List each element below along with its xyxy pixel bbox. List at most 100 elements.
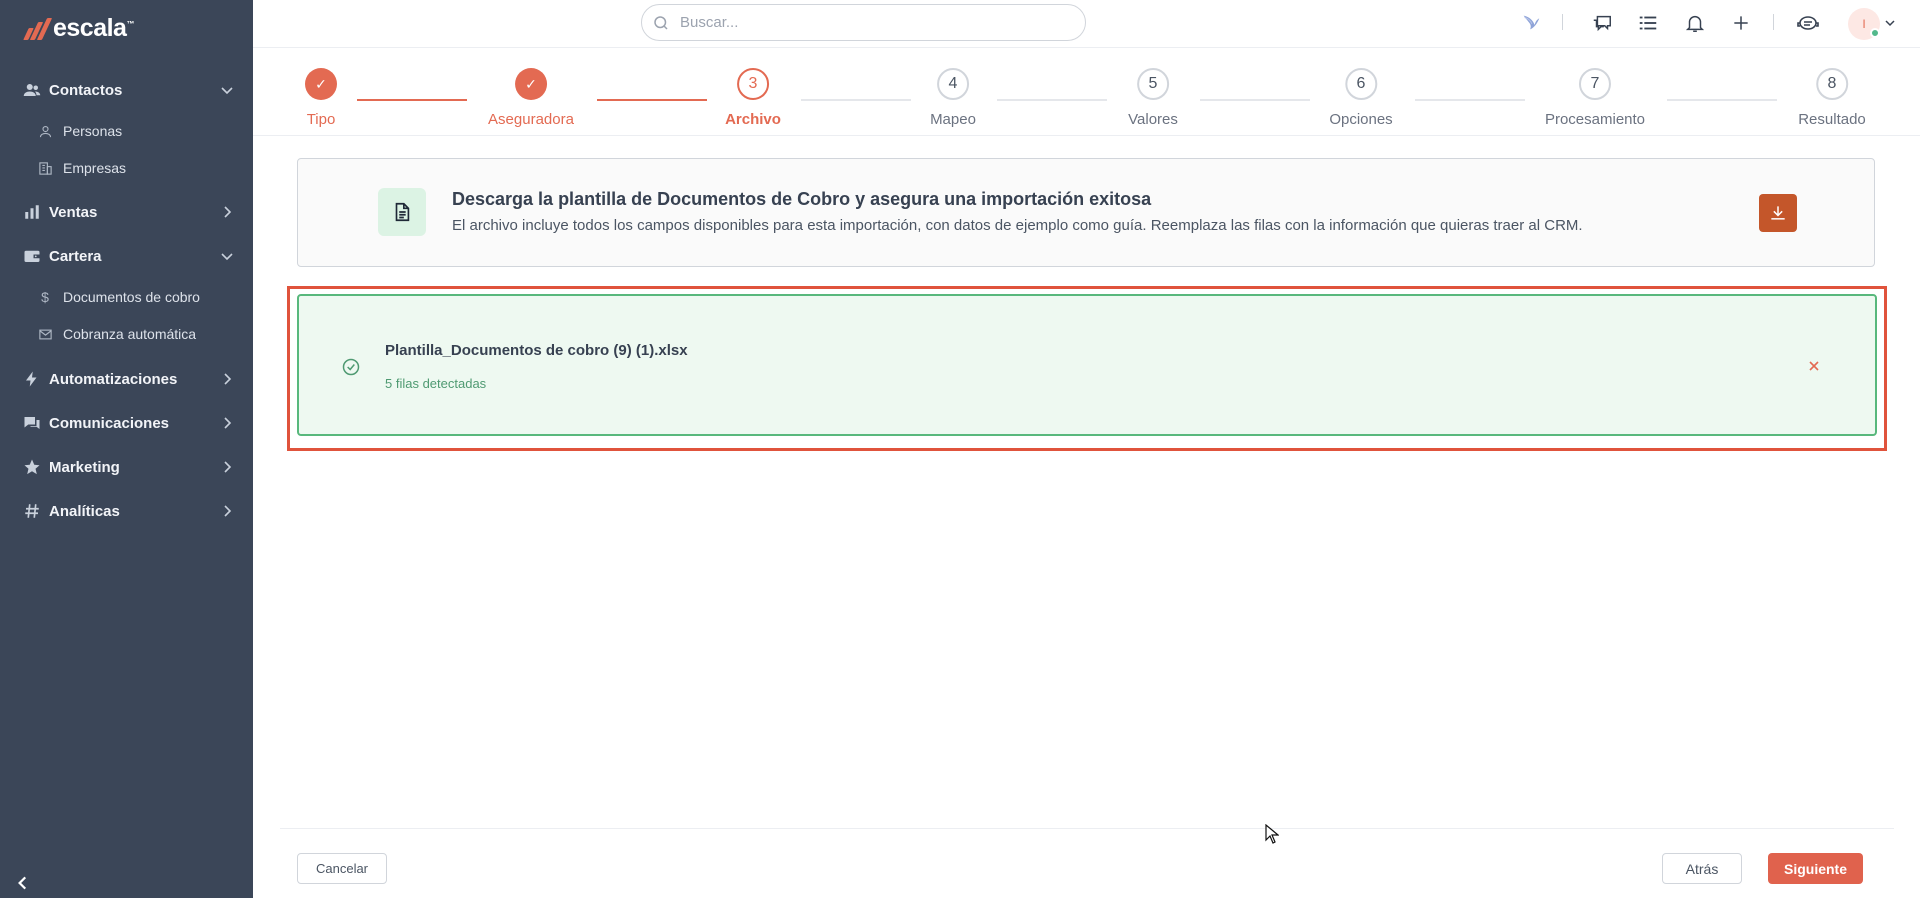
step-valores[interactable]: 5 Valores xyxy=(1128,68,1178,128)
step-label: Opciones xyxy=(1329,111,1393,128)
sidebar-item-label: Ventas xyxy=(49,203,98,221)
collapse-sidebar-icon[interactable] xyxy=(14,874,32,892)
sidebar-item-marketing[interactable]: Marketing xyxy=(0,447,253,487)
topbar: I xyxy=(253,0,1920,48)
plus-icon[interactable] xyxy=(1729,11,1753,35)
step-label: Valores xyxy=(1128,111,1178,128)
bolt-icon xyxy=(22,369,42,389)
sidebar-item-cartera[interactable]: Cartera xyxy=(0,236,253,276)
search-bar[interactable] xyxy=(641,4,1086,41)
step-procesamiento[interactable]: 7 Procesamiento xyxy=(1545,68,1645,128)
sidebar-item-label: Automatizaciones xyxy=(49,370,178,388)
close-icon xyxy=(1809,361,1819,371)
brand-logo[interactable]: escala™ xyxy=(23,14,134,43)
chevron-down-icon xyxy=(221,87,233,95)
download-template-button[interactable] xyxy=(1759,194,1797,232)
next-button[interactable]: Siguiente xyxy=(1768,853,1863,884)
topbar-divider xyxy=(1562,14,1563,30)
support-headset-icon[interactable] xyxy=(1796,11,1820,35)
avatar-initial: I xyxy=(1862,17,1866,31)
dollar-icon: $ xyxy=(41,289,49,305)
bell-icon[interactable] xyxy=(1683,11,1707,35)
person-icon xyxy=(37,123,53,139)
sidebar-item-automatizaciones[interactable]: Automatizaciones xyxy=(0,359,253,399)
sidebar-item-ventas[interactable]: Ventas xyxy=(0,192,253,232)
step-circle: 5 xyxy=(1137,68,1169,100)
mouse-cursor-icon xyxy=(1265,824,1279,844)
sidebar-subitem-label: Personas xyxy=(63,123,123,139)
step-connector xyxy=(357,99,467,101)
step-connector xyxy=(1200,99,1310,101)
sidebar-subitem-label: Empresas xyxy=(63,160,127,176)
step-resultado[interactable]: 8 Resultado xyxy=(1798,68,1866,128)
back-button[interactable]: Atrás xyxy=(1662,853,1742,884)
brand-name: escala xyxy=(53,14,127,42)
online-status-indicator xyxy=(1870,28,1880,38)
check-circle-icon xyxy=(342,358,360,376)
chevron-right-icon xyxy=(224,206,232,218)
step-circle: 3 xyxy=(736,68,769,100)
step-connector xyxy=(597,99,707,101)
sidebar-item-contactos[interactable]: Contactos xyxy=(0,70,253,110)
step-tipo[interactable]: ✓ Tipo xyxy=(305,68,337,128)
template-download-title: Descarga la plantilla de Documentos de C… xyxy=(452,189,1152,209)
uploaded-file-card: Plantilla_Documentos de cobro (9) (1).xl… xyxy=(297,294,1877,436)
wallet-icon xyxy=(22,246,42,266)
logo-mark-icon xyxy=(23,17,53,40)
footer-divider xyxy=(280,828,1894,829)
step-circle: ✓ xyxy=(515,68,547,100)
step-connector xyxy=(1415,99,1525,101)
sidebar-item-label: Analíticas xyxy=(49,502,120,520)
cancel-button[interactable]: Cancelar xyxy=(297,853,387,884)
step-label: Archivo xyxy=(725,111,781,128)
bird-logo-icon[interactable] xyxy=(1519,11,1543,35)
step-circle: 4 xyxy=(937,68,969,100)
template-download-description: El archivo incluye todos los campos disp… xyxy=(452,217,1583,234)
step-aseguradora[interactable]: ✓ Aseguradora xyxy=(488,68,574,128)
chat-icon xyxy=(22,413,42,433)
remove-file-button[interactable] xyxy=(1805,357,1823,375)
star-icon xyxy=(22,457,42,477)
sidebar-subitem-cobranza-automatica[interactable]: Cobranza automática xyxy=(0,317,253,351)
step-label: Procesamiento xyxy=(1544,111,1646,128)
sidebar-subitem-empresas[interactable]: Empresas xyxy=(0,151,253,185)
document-icon xyxy=(378,188,426,236)
chat-bubbles-icon[interactable] xyxy=(1590,11,1614,35)
step-circle: 8 xyxy=(1815,68,1848,100)
topbar-divider xyxy=(1773,14,1774,30)
sidebar-item-label: Marketing xyxy=(49,458,120,476)
chevron-right-icon xyxy=(224,417,232,429)
chevron-right-icon xyxy=(224,461,232,473)
search-input[interactable] xyxy=(680,14,1060,31)
chart-icon xyxy=(22,202,42,222)
step-archivo[interactable]: 3 Archivo xyxy=(725,68,781,128)
step-circle: 7 xyxy=(1579,68,1611,100)
step-mapeo[interactable]: 4 Mapeo xyxy=(930,68,976,128)
step-opciones[interactable]: 6 Opciones xyxy=(1329,68,1393,128)
chevron-right-icon xyxy=(224,373,232,385)
users-icon xyxy=(22,80,42,100)
chevron-down-icon[interactable] xyxy=(1884,17,1896,29)
step-connector xyxy=(997,99,1107,101)
brand-trademark: ™ xyxy=(126,19,134,29)
sidebar-item-comunicaciones[interactable]: Comunicaciones xyxy=(0,403,253,443)
sidebar-item-analiticas[interactable]: Analíticas xyxy=(0,491,253,531)
sidebar-item-label: Contactos xyxy=(49,81,123,99)
list-icon[interactable] xyxy=(1636,11,1660,35)
sidebar-subitem-documentos-de-cobro[interactable]: $ Documentos de cobro xyxy=(0,280,253,314)
chevron-down-icon xyxy=(221,253,233,261)
sidebar-item-label: Cartera xyxy=(49,247,102,265)
step-circle: 6 xyxy=(1345,68,1377,100)
sidebar-item-label: Comunicaciones xyxy=(49,414,170,432)
sidebar-subitem-personas[interactable]: Personas xyxy=(0,114,253,148)
sidebar: escala™ Contactos Personas Empresas Vent… xyxy=(0,0,253,898)
import-stepper: ✓ Tipo ✓ Aseguradora 3 Archivo 4 Mapeo 5… xyxy=(253,48,1920,136)
step-label: Aseguradora xyxy=(488,111,574,128)
uploaded-file-name: Plantilla_Documentos de cobro (9) (1).xl… xyxy=(385,342,688,359)
chevron-right-icon xyxy=(224,505,232,517)
step-label: Tipo xyxy=(306,111,336,128)
sidebar-subitem-label: Cobranza automática xyxy=(63,326,197,342)
template-download-card: Descarga la plantilla de Documentos de C… xyxy=(297,158,1875,267)
mail-icon xyxy=(37,326,53,342)
step-label: Mapeo xyxy=(930,111,976,128)
